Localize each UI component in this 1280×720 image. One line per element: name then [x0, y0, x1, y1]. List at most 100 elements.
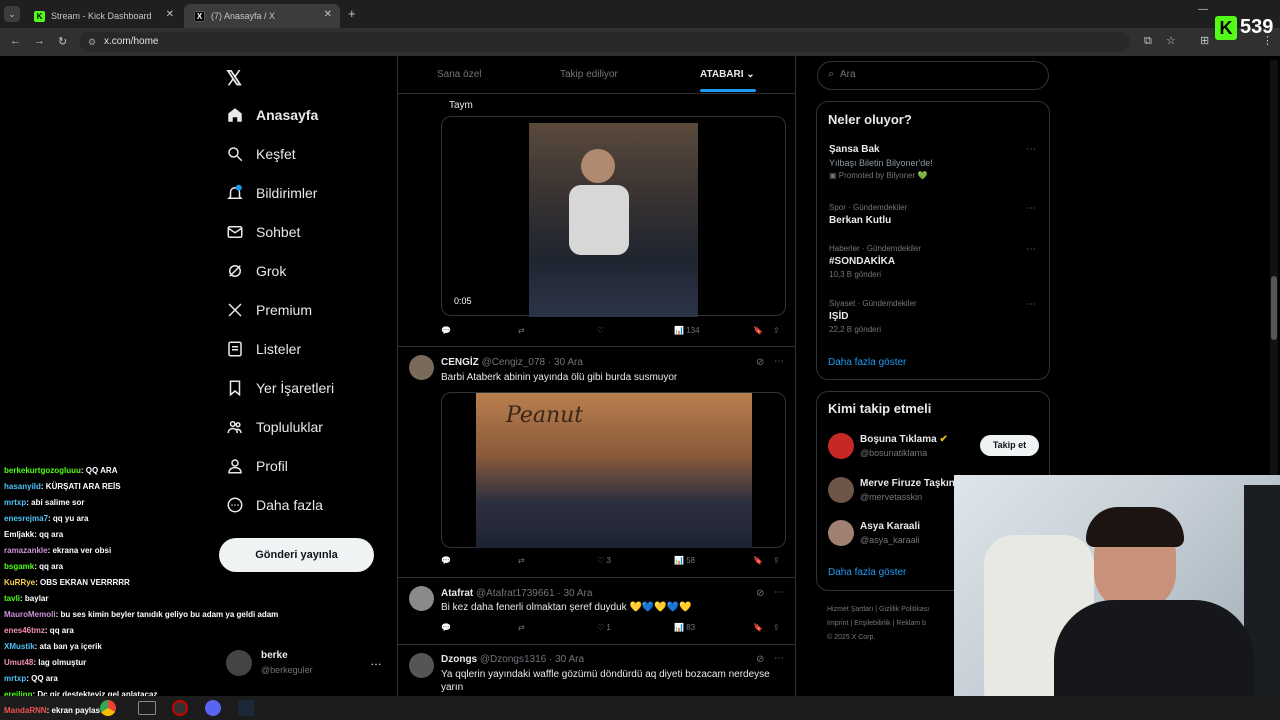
- footer-link[interactable]: Imprint: [827, 620, 848, 627]
- footer-link[interactable]: Hizmet Şartları: [827, 606, 873, 613]
- like-count[interactable]: ♡ 1: [597, 623, 611, 632]
- video-frame[interactable]: [529, 123, 698, 317]
- steam-app-icon[interactable]: [238, 700, 254, 716]
- trend-item[interactable]: Siyaset · Gündemdekiler IŞİD 22,2 B gönd…: [829, 299, 917, 334]
- discord-app-icon[interactable]: [205, 700, 221, 716]
- tab-kick-dashboard[interactable]: K Stream - Kick Dashboard ✕: [24, 4, 182, 28]
- bookmark-icon[interactable]: 🔖: [753, 326, 763, 335]
- back-icon[interactable]: ←: [10, 35, 21, 47]
- tab-atabari[interactable]: ATABARI ⌄: [700, 69, 755, 80]
- x-logo-icon[interactable]: 𝕏: [226, 66, 242, 91]
- scrollbar-thumb[interactable]: [1271, 276, 1277, 340]
- nav-notifications[interactable]: Bildirimler: [226, 184, 317, 202]
- bookmark-icon[interactable]: 🔖: [753, 623, 763, 632]
- views-count[interactable]: 📊 83: [674, 623, 695, 632]
- tab-x-home[interactable]: X (7) Anasayfa / X ✕: [184, 4, 340, 28]
- app-icon[interactable]: [138, 701, 156, 715]
- minimize-icon[interactable]: —: [1198, 4, 1208, 15]
- nav-grok[interactable]: Grok: [226, 262, 286, 280]
- bookmark-star-icon[interactable]: ☆: [1166, 34, 1176, 47]
- views-count[interactable]: 📊 134: [674, 326, 700, 335]
- install-app-icon[interactable]: ⧉: [1144, 35, 1152, 48]
- avatar[interactable]: [828, 433, 854, 459]
- user-handle[interactable]: @mervetasskin: [860, 492, 922, 502]
- more-options-icon[interactable]: ⋯: [774, 653, 784, 664]
- retweet-icon[interactable]: ⇄: [518, 556, 525, 565]
- address-bar[interactable]: ⚙ x.com/home: [80, 32, 1130, 52]
- bookmark-icon[interactable]: 🔖: [753, 556, 763, 565]
- share-icon[interactable]: ⇪: [773, 556, 780, 565]
- reply-icon[interactable]: 💬: [441, 623, 451, 632]
- grok-icon[interactable]: ⊘: [756, 588, 764, 599]
- reply-icon[interactable]: 💬: [441, 326, 451, 335]
- trend-item[interactable]: Haberler · Gündemdekiler #SONDAKİKA 10,3…: [829, 244, 921, 279]
- follow-button[interactable]: Takip et: [980, 435, 1039, 456]
- reply-icon[interactable]: 💬: [441, 556, 451, 565]
- footer-link[interactable]: Gizlilik Politikası: [879, 606, 929, 613]
- more-options-icon[interactable]: ⋯: [1026, 203, 1037, 214]
- show-more-link[interactable]: Daha fazla göster: [828, 357, 906, 368]
- nav-messages[interactable]: Sohbet: [226, 223, 300, 241]
- tweet-date[interactable]: 30 Ara: [555, 654, 584, 665]
- tab-search-icon[interactable]: ⌄: [4, 6, 20, 22]
- tweet-author-handle[interactable]: @Cengiz_078: [482, 357, 546, 368]
- avatar[interactable]: [828, 477, 854, 503]
- more-options-icon[interactable]: ⋯: [1026, 144, 1037, 155]
- views-count[interactable]: 📊 58: [674, 556, 695, 565]
- trend-item[interactable]: Şansa Bak Yılbaşı Biletin Bilyoner'de! ▣…: [829, 144, 933, 180]
- like-count[interactable]: ♡ 3: [597, 556, 611, 565]
- forward-icon[interactable]: →: [34, 35, 45, 47]
- tab-for-you[interactable]: Sana özel: [437, 69, 481, 80]
- extensions-icon[interactable]: ⊞: [1200, 34, 1209, 47]
- new-tab-icon[interactable]: +: [348, 6, 356, 21]
- like-icon[interactable]: ♡: [597, 326, 604, 335]
- tweet-video[interactable]: 0:05: [441, 116, 786, 317]
- nav-explore[interactable]: Keşfet: [226, 145, 296, 163]
- site-info-icon[interactable]: ⚙: [88, 32, 96, 52]
- obs-app-icon[interactable]: [172, 700, 188, 716]
- user-name[interactable]: Asya Karaali: [860, 521, 920, 532]
- user-name[interactable]: Merve Firuze Taşkın: [860, 478, 955, 489]
- grok-icon[interactable]: ⊘: [756, 654, 764, 665]
- footer-link[interactable]: Reklam b: [896, 620, 926, 627]
- footer-link[interactable]: Erişilebilirlik: [854, 620, 891, 627]
- nav-lists[interactable]: Listeler: [226, 340, 301, 358]
- tweet-author-name[interactable]: Dzongs: [441, 654, 477, 665]
- user-handle[interactable]: @asya_karaali: [860, 535, 920, 545]
- search-box[interactable]: ⌕: [817, 61, 1049, 90]
- more-options-icon[interactable]: ⋯: [1026, 244, 1037, 255]
- avatar[interactable]: [828, 520, 854, 546]
- share-icon[interactable]: ⇪: [773, 326, 780, 335]
- share-icon[interactable]: ⇪: [773, 623, 780, 632]
- tweet-author-name[interactable]: Atafrat: [441, 588, 473, 599]
- nav-home[interactable]: Anasayfa: [226, 106, 318, 124]
- more-options-icon[interactable]: ⋯: [1026, 299, 1037, 310]
- user-handle[interactable]: @bosunatiklama: [860, 448, 927, 458]
- nav-communities[interactable]: Topluluklar: [226, 418, 323, 436]
- tweet-author-name[interactable]: CENGİZ: [441, 357, 479, 368]
- retweet-icon[interactable]: ⇄: [518, 326, 525, 335]
- more-options-icon[interactable]: ⋯: [774, 587, 784, 598]
- tweet-image[interactable]: Peanut: [441, 392, 786, 548]
- close-tab-icon[interactable]: ✕: [166, 9, 174, 20]
- tweet-author-handle[interactable]: @Atafrat1739661: [476, 588, 555, 599]
- avatar[interactable]: [409, 653, 434, 678]
- avatar[interactable]: [409, 586, 434, 611]
- reload-icon[interactable]: ↻: [58, 35, 67, 48]
- nav-bookmarks[interactable]: Yer İşaretleri: [226, 379, 334, 397]
- tweet-date[interactable]: 30 Ara: [563, 588, 592, 599]
- user-name[interactable]: Boşuna Tıklama ✔: [860, 434, 948, 445]
- avatar[interactable]: [409, 355, 434, 380]
- tweet-date[interactable]: 30 Ara: [554, 357, 583, 368]
- grok-icon[interactable]: ⊘: [756, 357, 764, 368]
- chrome-app-icon[interactable]: [100, 700, 116, 716]
- tweet-author-handle[interactable]: @Dzongs1316: [480, 654, 546, 665]
- search-input[interactable]: [840, 69, 1020, 80]
- tab-following[interactable]: Takip ediliyor: [560, 69, 618, 80]
- trend-item[interactable]: Spor · Gündemdekiler Berkan Kutlu: [829, 203, 907, 226]
- retweet-icon[interactable]: ⇄: [518, 623, 525, 632]
- more-options-icon[interactable]: ⋯: [774, 356, 784, 367]
- show-more-link[interactable]: Daha fazla göster: [828, 567, 906, 578]
- close-tab-icon[interactable]: ✕: [324, 9, 332, 20]
- nav-premium[interactable]: Premium: [226, 301, 312, 319]
